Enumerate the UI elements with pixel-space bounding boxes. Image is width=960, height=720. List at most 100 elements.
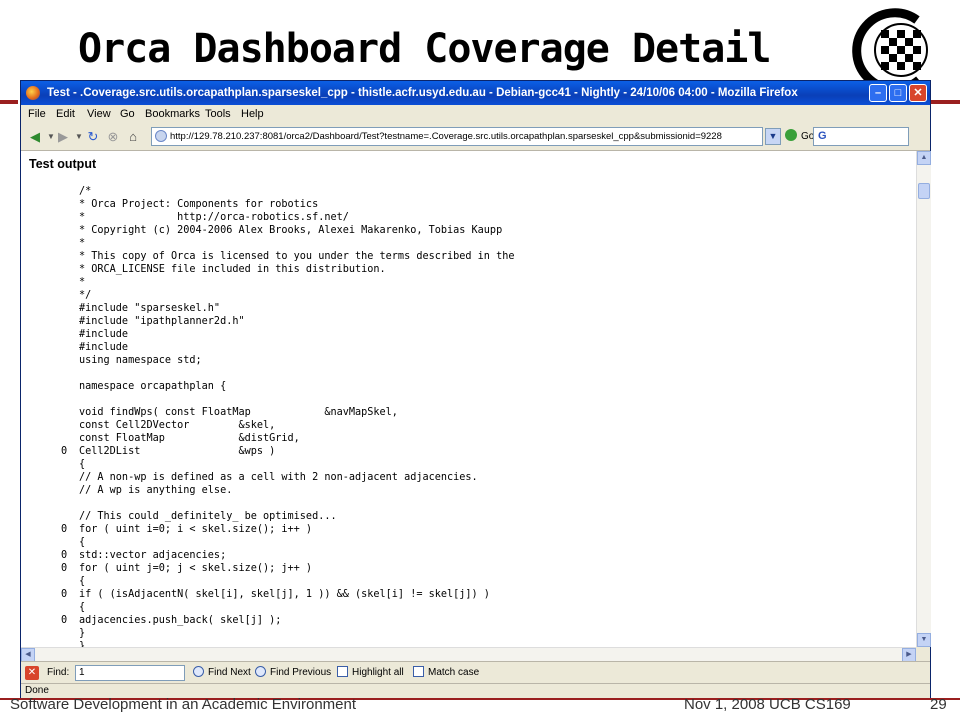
search-engine-icon: G: [818, 130, 827, 142]
code-text: // This could _definitely_ be optimised.…: [79, 511, 337, 522]
code-text: * http://orca-robotics.sf.net/: [79, 212, 349, 223]
close-button[interactable]: ✕: [909, 84, 927, 102]
footer-date: Nov 1, 2008 UCB CS169: [684, 696, 851, 713]
code-line: #include: [61, 328, 514, 341]
code-line: [61, 497, 514, 510]
browser-window: Test - .Coverage.src.utils.orcapathplan.…: [20, 80, 931, 698]
forward-icon[interactable]: ▶: [55, 129, 71, 145]
coverage-count: 0: [61, 589, 68, 600]
code-line: */: [61, 289, 514, 302]
scrollbar-thumb[interactable]: [918, 183, 930, 199]
code-line: #include "sparseskel.h": [61, 302, 514, 315]
code-line: * Copyright (c) 2004-2006 Alex Brooks, A…: [61, 224, 514, 237]
slide-number: 29: [930, 696, 947, 713]
code-text: adjacencies.push_back( skel[j] );: [79, 615, 282, 626]
menu-bar: File Edit View Go Bookmarks Tools Help: [21, 105, 930, 125]
find-input[interactable]: 1: [75, 665, 185, 681]
code-text: #include "ipathplanner2d.h": [79, 316, 245, 327]
back-icon[interactable]: ◀: [27, 129, 43, 145]
search-input[interactable]: G: [813, 127, 909, 146]
code-text: {: [79, 459, 86, 470]
code-text: // A non-wp is defined as a cell with 2 …: [79, 472, 478, 483]
code-text: }: [79, 628, 86, 639]
match-case-checkbox[interactable]: Match case: [413, 662, 479, 684]
horizontal-scrollbar[interactable]: ◀ ▶: [21, 647, 916, 662]
address-bar[interactable]: http://129.78.210.237:8081/orca2/Dashboa…: [151, 127, 763, 146]
find-bar: ✕ Find: 1 Find Next Find Previous Highli…: [21, 661, 930, 684]
code-text: const Cell2DVector &skel,: [79, 420, 276, 431]
stop-icon[interactable]: ⊗: [105, 129, 121, 145]
code-text: for ( uint j=0; j < skel.size(); j++ ): [79, 563, 313, 574]
code-text: namespace orcapathplan {: [79, 381, 227, 392]
navigation-toolbar: ◀ ▼ ▶ ▼ ↻ ⊗ ⌂ http://129.78.210.237:8081…: [21, 124, 930, 151]
menu-file[interactable]: File: [28, 105, 46, 124]
window-title: Test - .Coverage.src.utils.orcapathplan.…: [47, 87, 798, 99]
code-text: * Orca Project: Components for robotics: [79, 199, 319, 210]
code-line: [61, 393, 514, 406]
code-line: {: [61, 536, 514, 549]
code-text: #include: [79, 329, 129, 340]
page-content: Test output /* * Orca Project: Components…: [21, 151, 916, 647]
code-line: *: [61, 237, 514, 250]
code-line: 0 for ( uint i=0; i < skel.size(); i++ ): [61, 523, 514, 536]
code-line: {: [61, 575, 514, 588]
code-line: * This copy of Orca is licensed to you u…: [61, 250, 514, 263]
page-heading: Test output: [29, 157, 97, 171]
highlight-all-button[interactable]: Highlight all: [337, 662, 404, 684]
coverage-count: 0: [61, 446, 68, 457]
code-line: * ORCA_LICENSE file included in this dis…: [61, 263, 514, 276]
vertical-scrollbar[interactable]: ▲ ▼: [916, 151, 931, 647]
code-line: using namespace std;: [61, 354, 514, 367]
code-line: namespace orcapathplan {: [61, 380, 514, 393]
reload-icon[interactable]: ↻: [85, 129, 101, 145]
home-icon[interactable]: ⌂: [125, 129, 141, 145]
find-previous-icon: [255, 666, 266, 677]
find-next-button[interactable]: Find Next: [193, 662, 251, 684]
code-line: }: [61, 627, 514, 640]
code-text: #include "sparseskel.h": [79, 303, 221, 314]
code-line: void findWps( const FloatMap &navMapSkel…: [61, 406, 514, 419]
firefox-icon: [26, 86, 40, 100]
code-text: /*: [79, 186, 92, 197]
scroll-down-icon[interactable]: ▼: [917, 633, 931, 647]
code-text: {: [79, 537, 86, 548]
address-url: http://129.78.210.237:8081/orca2/Dashboa…: [170, 131, 722, 142]
find-next-icon: [193, 666, 204, 677]
code-line: *: [61, 276, 514, 289]
code-text: {: [79, 602, 86, 613]
find-previous-button[interactable]: Find Previous: [255, 662, 331, 684]
checkbox-icon: [413, 666, 424, 677]
highlight-all-label: Highlight all: [352, 667, 404, 678]
coverage-count: 0: [61, 524, 68, 535]
code-line: // A wp is anything else.: [61, 484, 514, 497]
menu-go[interactable]: Go: [120, 105, 135, 124]
menu-bookmarks[interactable]: Bookmarks: [145, 105, 200, 124]
menu-tools[interactable]: Tools: [205, 105, 231, 124]
slide-title: Orca Dashboard Coverage Detail: [78, 26, 771, 72]
code-line: [61, 367, 514, 380]
scroll-right-icon[interactable]: ▶: [902, 648, 916, 662]
find-label: Find:: [47, 667, 70, 678]
footer-course-title: Software Development in an Academic Envi…: [10, 696, 357, 713]
menu-help[interactable]: Help: [241, 105, 264, 124]
maximize-button[interactable]: □: [889, 84, 907, 102]
find-close-icon[interactable]: ✕: [25, 666, 39, 680]
find-previous-label: Find Previous: [270, 667, 332, 678]
code-line: * http://orca-robotics.sf.net/: [61, 211, 514, 224]
minimize-button[interactable]: –: [869, 84, 887, 102]
code-line: /*: [61, 185, 514, 198]
scroll-left-icon[interactable]: ◀: [21, 648, 35, 662]
code-line: 0 adjacencies.push_back( skel[j] );: [61, 614, 514, 627]
page-icon: [155, 130, 167, 142]
code-line: const FloatMap &distGrid,: [61, 432, 514, 445]
menu-edit[interactable]: Edit: [56, 105, 75, 124]
window-titlebar[interactable]: Test - .Coverage.src.utils.orcapathplan.…: [21, 81, 930, 105]
menu-view[interactable]: View: [87, 105, 111, 124]
scroll-up-icon[interactable]: ▲: [917, 151, 931, 165]
code-line: // This could _definitely_ be optimised.…: [61, 510, 514, 523]
code-text: if ( (isAdjacentN( skel[i], skel[j], 1 )…: [79, 589, 490, 600]
address-dropdown-icon[interactable]: ▼: [765, 128, 781, 145]
code-line: #include "ipathplanner2d.h": [61, 315, 514, 328]
